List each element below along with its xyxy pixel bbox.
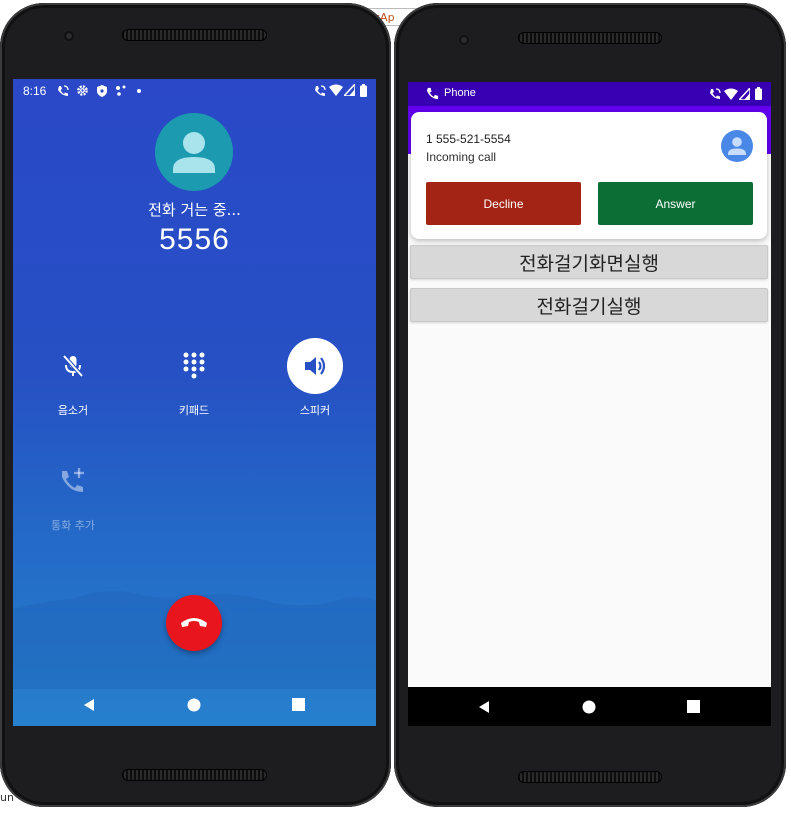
signal-icon [739, 88, 750, 100]
dot-icon [137, 89, 141, 93]
person-icon [173, 132, 215, 173]
mute-label: 음소거 [57, 404, 89, 417]
bottom-speaker-grille [518, 771, 662, 783]
dialer-screen: 8:16 전화 거는 중... 5556 음소거 키패드 스피커 통화 추가 [13, 79, 376, 726]
add-call-label: 통화 추가 [51, 519, 95, 532]
app-screen: Phone 1 555-521-5554 Incoming call Decli… [408, 82, 771, 726]
dialpad-label: 키패드 [178, 404, 210, 417]
navigation-bar [13, 684, 376, 726]
emulator-stage: cAp un 8:16 전화 거는 중... 5556 음소거 키패드 스피커 … [0, 0, 791, 814]
front-camera [64, 31, 74, 41]
navigation-bar [408, 687, 771, 726]
wifi-call-icon [315, 85, 326, 96]
open-dialer-screen-button[interactable]: 전화걸기화면실행 [410, 245, 768, 279]
notification-caller-number: 1 555-521-5554 [426, 132, 511, 146]
emulator-phone-right: Phone 1 555-521-5554 Incoming call Decli… [394, 3, 786, 807]
front-camera [459, 35, 469, 45]
wifi-call-icon [710, 88, 721, 99]
notification-subtitle: Incoming call [426, 150, 497, 164]
emulator-phone-left: 8:16 전화 거는 중... 5556 음소거 키패드 스피커 통화 추가 [0, 3, 391, 807]
call-status: 전화 거는 중... [148, 201, 241, 219]
end-call-button[interactable] [166, 595, 222, 651]
speaker-icon [305, 357, 326, 375]
dialpad-button[interactable]: 키패드 [154, 338, 234, 418]
add-call-icon-wrap [45, 453, 101, 509]
wifi-icon [724, 88, 738, 100]
gear-icon [77, 85, 88, 96]
caller-avatar [155, 113, 233, 191]
dialpad-icon [183, 352, 205, 379]
notification-avatar [721, 130, 753, 162]
mute-icon-wrap [45, 338, 101, 394]
top-speaker-grille [122, 29, 267, 41]
wifi-call-icon [58, 85, 69, 96]
wifi-icon [329, 84, 343, 96]
bottom-speaker-grille [122, 769, 267, 781]
recents-icon[interactable] [687, 700, 700, 713]
speaker-icon-wrap [287, 338, 343, 394]
home-icon[interactable] [187, 698, 201, 712]
speaker-label: 스피커 [299, 404, 331, 417]
top-speaker-grille [518, 32, 662, 44]
speaker-button[interactable]: 스피커 [275, 338, 355, 418]
shield-icon [97, 85, 107, 97]
status-bar: Phone [408, 82, 771, 106]
battery-icon [755, 87, 762, 100]
back-icon[interactable] [82, 698, 96, 712]
end-call-icon [181, 618, 207, 627]
recents-icon[interactable] [292, 698, 305, 711]
decline-button[interactable]: Decline [426, 182, 581, 225]
signal-icon [344, 84, 355, 96]
call-number: 5556 [159, 223, 230, 256]
add-call-icon [62, 468, 84, 492]
answer-button[interactable]: Answer [598, 182, 753, 225]
battery-icon [360, 84, 367, 97]
status-time: 8:16 [23, 84, 47, 98]
mute-button[interactable]: 음소거 [33, 338, 113, 418]
home-icon[interactable] [582, 700, 596, 714]
incoming-call-notification[interactable]: 1 555-521-5554 Incoming call Decline Ans… [411, 112, 767, 239]
phone-icon [426, 87, 439, 100]
notification-app-name: Phone [444, 87, 476, 99]
status-bar: 8:16 [13, 79, 376, 103]
make-call-button[interactable]: 전화걸기실행 [410, 288, 768, 322]
person-icon [728, 137, 746, 155]
dots-icon [116, 85, 126, 96]
back-icon[interactable] [477, 700, 491, 714]
add-call-button[interactable]: 통화 추가 [33, 453, 113, 533]
mic-off-icon [62, 354, 84, 378]
dialpad-icon-wrap [166, 338, 222, 394]
